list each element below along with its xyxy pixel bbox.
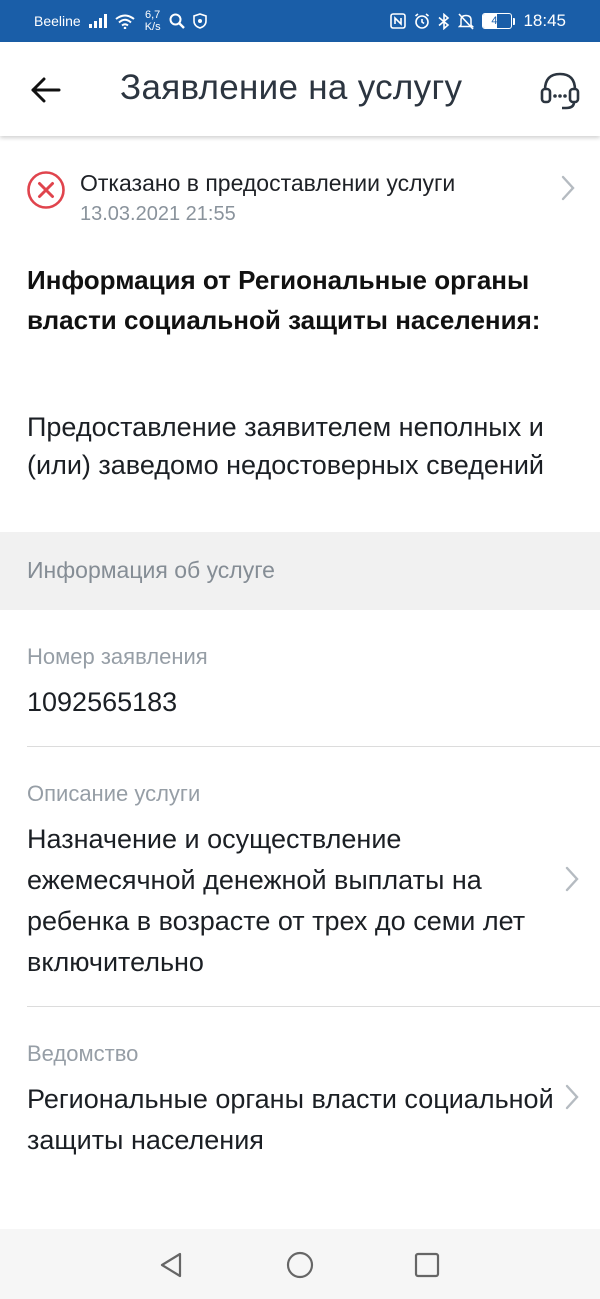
field-service-description[interactable]: Описание услуги Назначение и осуществлен… [0, 747, 600, 1007]
back-button[interactable] [22, 66, 70, 114]
field-label: Номер заявления [27, 644, 208, 669]
triangle-back-icon [160, 1252, 182, 1278]
arrow-left-icon [31, 77, 61, 103]
search-icon [169, 13, 185, 29]
network-speed: 6,7 K/s [145, 9, 161, 33]
section-title: Информация об услуге [27, 557, 275, 583]
shield-icon [192, 13, 207, 29]
status-date: 13.03.2021 21:55 [80, 203, 236, 225]
bluetooth-icon [438, 12, 450, 30]
field-value: Назначение и осуществление ежемесячной д… [27, 824, 526, 977]
alarm-icon [414, 13, 430, 29]
circle-home-icon [286, 1251, 314, 1279]
status-text: Отказано в предоставлении услуги [80, 170, 456, 196]
field-value: Региональные органы власти социальной за… [27, 1084, 554, 1155]
battery-level: 49 [491, 15, 504, 27]
app-header: Заявление на услугу [0, 42, 600, 136]
info-body: Предоставление заявителем неполных и (ил… [27, 412, 544, 480]
chevron-right-icon [565, 866, 579, 892]
signal-icon [88, 14, 107, 28]
nfc-icon [390, 13, 407, 29]
chevron-right-icon [561, 175, 575, 201]
page-title: Заявление на услугу [120, 68, 463, 107]
nav-recents-button[interactable] [411, 1249, 443, 1281]
support-button[interactable] [534, 64, 586, 116]
nav-home-button[interactable] [284, 1249, 316, 1281]
application-status[interactable]: Отказано в предоставлении услуги 13.03.2… [0, 150, 600, 240]
wifi-icon [115, 14, 135, 29]
mute-bell-icon [458, 12, 475, 30]
nav-back-button[interactable] [155, 1249, 187, 1281]
carrier-label: Beeline [34, 13, 81, 29]
battery-icon: 49 [482, 13, 516, 29]
field-department[interactable]: Ведомство Региональные органы власти соц… [0, 1007, 600, 1187]
network-speed-unit: K/s [144, 21, 161, 33]
info-title: Информация от Региональные органы власти… [27, 265, 541, 335]
clock: 18:45 [523, 11, 566, 30]
system-nav-bar [0, 1229, 600, 1299]
chevron-right-icon [565, 1084, 579, 1110]
headset-icon [540, 72, 580, 110]
field-label: Описание услуги [27, 781, 201, 806]
status-bar: Beeline 6,7 K/s 49 18:45 [0, 0, 600, 42]
field-value: 1092565183 [27, 687, 178, 717]
section-header: Информация об услуге [0, 532, 600, 610]
field-label: Ведомство [27, 1041, 139, 1066]
field-application-number: Номер заявления 1092565183 [0, 610, 600, 747]
x-circle-icon [27, 171, 65, 209]
network-speed-value: 6,7 [145, 9, 161, 21]
square-recents-icon [414, 1252, 440, 1278]
